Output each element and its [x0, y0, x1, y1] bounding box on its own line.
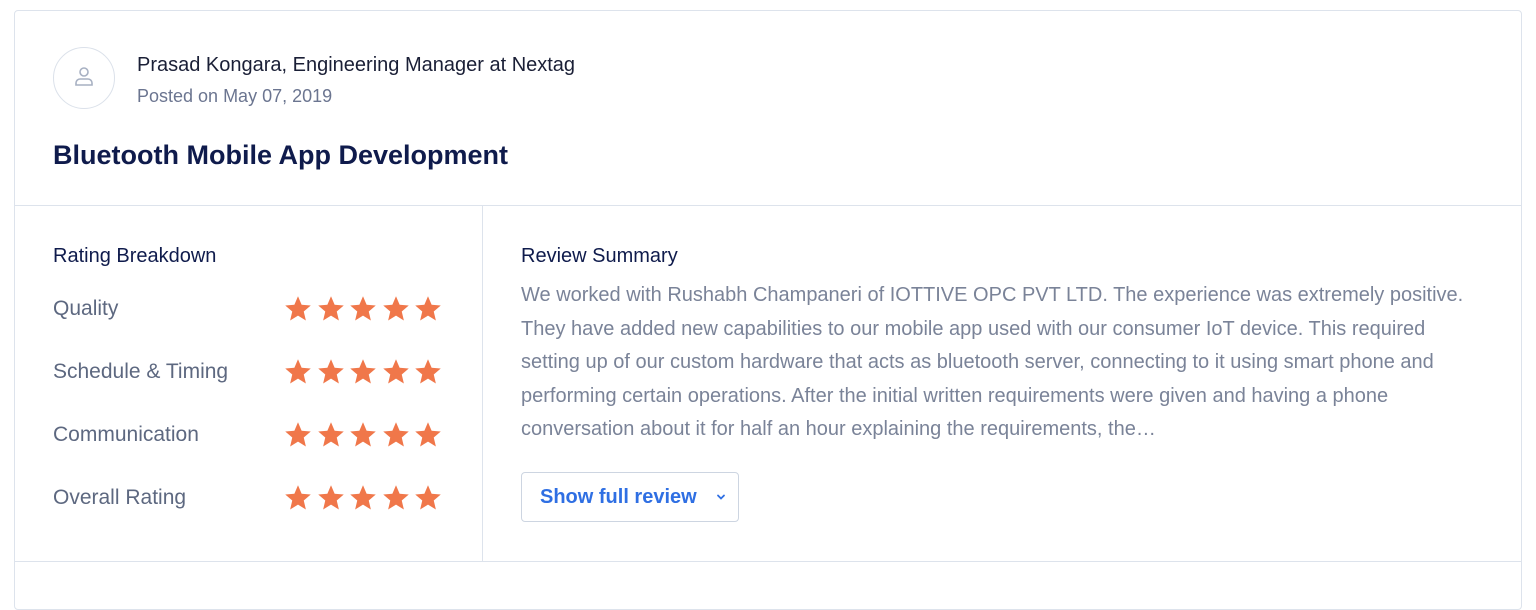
review-card: Prasad Kongara, Engineering Manager at N…	[14, 10, 1522, 610]
review-summary-text: We worked with Rushabh Champaneri of IOT…	[521, 284, 1464, 440]
rating-label: Overall Rating	[53, 486, 187, 509]
star-rating	[282, 483, 445, 513]
star-icon	[285, 485, 311, 510]
user-icon	[72, 64, 96, 93]
star-icon	[382, 359, 409, 384]
review-header: Prasad Kongara, Engineering Manager at N…	[15, 11, 1521, 206]
star-icon	[317, 422, 344, 447]
star-icon	[285, 296, 311, 321]
rating-row: Quality	[53, 294, 453, 324]
rating-row: Communication	[53, 420, 453, 450]
star-icon	[350, 422, 376, 447]
star-rating	[282, 420, 445, 450]
star-icon	[317, 485, 344, 510]
star-rating	[282, 357, 445, 387]
rating-row: Schedule & Timing	[53, 357, 453, 387]
rating-label: Quality	[53, 297, 119, 320]
star-icon	[350, 485, 376, 510]
review-title: Bluetooth Mobile App Development	[53, 140, 508, 170]
star-icon	[317, 296, 344, 321]
review-summary: Review Summary We worked with Rushabh Ch…	[483, 206, 1523, 561]
star-icon	[415, 422, 441, 447]
divider	[15, 561, 1521, 562]
show-full-review-button[interactable]: Show full review	[521, 472, 739, 522]
star-icon	[382, 296, 409, 321]
star-icon	[285, 359, 311, 384]
star-rating	[282, 294, 445, 324]
star-icon	[382, 485, 409, 510]
show-full-review-label: Show full review	[540, 485, 697, 508]
avatar	[53, 47, 115, 109]
star-icon	[350, 359, 376, 384]
star-icon	[415, 485, 441, 510]
rating-breakdown: Rating Breakdown Quality Schedule & Timin…	[15, 206, 483, 561]
rating-label: Communication	[53, 423, 199, 446]
rating-label: Schedule & Timing	[53, 360, 229, 383]
reviewer-name: Prasad Kongara, Engineering Manager at N…	[137, 54, 576, 76]
star-icon	[382, 422, 409, 447]
star-icon	[415, 359, 441, 384]
star-icon	[415, 296, 441, 321]
review-summary-heading: Review Summary	[521, 245, 678, 267]
star-icon	[350, 296, 376, 321]
posted-date: Posted on May 07, 2019	[137, 86, 333, 106]
rating-breakdown-heading: Rating Breakdown	[53, 245, 217, 267]
rating-row: Overall Rating	[53, 483, 453, 513]
star-icon	[285, 422, 311, 447]
star-icon	[317, 359, 344, 384]
chevron-down-icon	[715, 491, 727, 503]
